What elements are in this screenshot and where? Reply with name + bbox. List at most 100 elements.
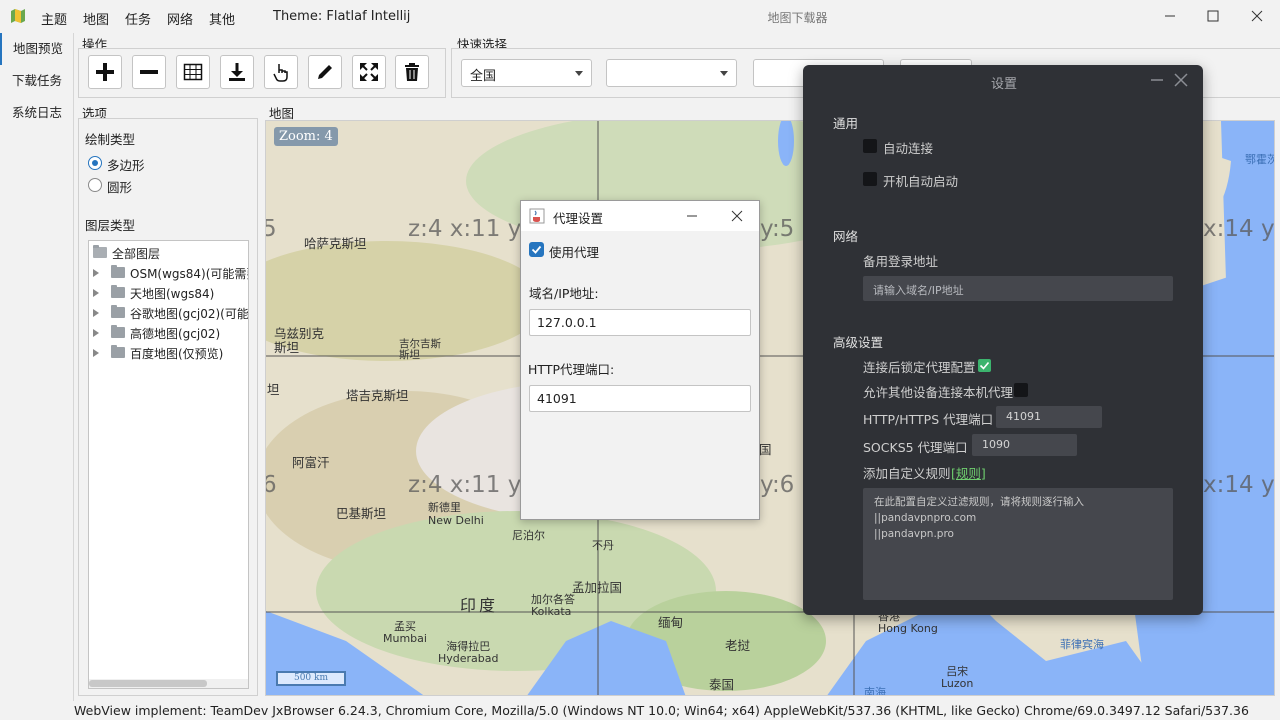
socks-port-input[interactable]: 1090 <box>972 434 1077 456</box>
folder-icon <box>111 305 125 318</box>
tree-item-tianditu[interactable]: 天地图(wgs84) <box>89 283 248 303</box>
allow-others-checkbox[interactable] <box>1014 383 1028 397</box>
title-bar: 主题 地图 任务 网络 其他 Theme: Flatlaf Intellij 地… <box>0 0 1280 33</box>
caret-right-icon <box>93 349 99 357</box>
proxy-dialog: 代理设置 使用代理 域名/IP地址: 127.0.0.1 HTTP代理端口: 4… <box>520 200 760 520</box>
place-label: 塔吉克斯坦 <box>346 388 409 403</box>
tile-label: x:14 y <box>1203 472 1275 498</box>
place-label: 孟买 Mumbai <box>383 620 427 645</box>
auto-connect-checkbox[interactable] <box>863 139 877 153</box>
menu-theme[interactable]: 主题 <box>41 9 67 28</box>
rules-placeholder: 在此配置自定义过滤规则，请将规则逐行输入 <box>874 496 1084 508</box>
place-label: 不丹 <box>592 539 614 552</box>
close-icon <box>1174 73 1188 87</box>
auto-start-checkbox[interactable] <box>863 172 877 186</box>
grid-button[interactable] <box>176 55 210 89</box>
tree-item-osm[interactable]: OSM(wgs84)(可能需要 <box>89 263 249 283</box>
tile-label: y:6 <box>760 472 795 498</box>
nav-map-preview[interactable]: 地图预览 <box>0 33 74 65</box>
http-port-label: HTTP/HTTPS 代理端口 <box>863 412 994 427</box>
use-proxy-checkbox[interactable] <box>529 242 544 257</box>
tree-scrollbar[interactable] <box>89 679 248 688</box>
draw-type-label: 绘制类型 <box>85 132 136 147</box>
port-input[interactable]: 41091 <box>529 385 751 412</box>
pencil-icon <box>318 65 332 79</box>
fullscreen-button[interactable] <box>352 55 386 89</box>
caret-right-icon <box>93 309 99 317</box>
rule-line: ||pandavpnpro.com <box>874 512 977 524</box>
rules-link[interactable]: [规则] <box>951 463 986 482</box>
radio-circle-label: 圆形 <box>107 180 133 195</box>
proxy-minimize-button[interactable] <box>685 209 701 223</box>
tree-item-label: 百度地图(仅预览) <box>130 347 224 361</box>
maximize-icon <box>1207 10 1219 22</box>
minimize-icon <box>1165 15 1175 17</box>
proxy-close-button[interactable] <box>730 209 746 223</box>
caret-right-icon <box>93 269 99 277</box>
place-label: 缅甸 <box>658 615 684 630</box>
layer-tree[interactable]: 全部图层 OSM(wgs84)(可能需要 天地图(wgs84) 谷歌地图(gcj… <box>88 240 249 689</box>
menu-task[interactable]: 任务 <box>125 9 151 28</box>
close-icon <box>731 210 743 222</box>
place-label: 坦 <box>267 382 280 397</box>
city-select[interactable] <box>606 59 737 87</box>
http-port-input[interactable]: 41091 <box>996 406 1102 428</box>
radio-circle[interactable] <box>88 178 102 192</box>
pencil-button[interactable] <box>308 55 342 89</box>
chevron-down-icon <box>720 71 728 76</box>
chevron-down-icon <box>575 71 583 76</box>
add-button[interactable] <box>88 55 122 89</box>
place-label: 阿富汗 <box>292 455 330 470</box>
tree-item-baidu[interactable]: 百度地图(仅预览) <box>89 343 248 363</box>
radio-polygon[interactable] <box>88 156 102 170</box>
plus-icon <box>96 63 114 81</box>
radio-polygon-label: 多边形 <box>107 158 145 173</box>
place-label: 国 <box>759 442 772 457</box>
province-select[interactable]: 全国 <box>461 59 592 87</box>
maximize-button[interactable] <box>1203 6 1223 26</box>
minimize-button[interactable] <box>1160 6 1180 26</box>
minimize-icon <box>687 215 697 217</box>
menu-other[interactable]: 其他 <box>209 9 235 28</box>
close-window-button[interactable] <box>1247 6 1267 26</box>
tree-root[interactable]: 全部图层 <box>89 243 248 263</box>
settings-dialog: 设置 通用 自动连接 开机自动启动 网络 备用登录地址 请输入域名/IP地址 高… <box>803 65 1203 615</box>
zoom-badge: Zoom: 4 <box>274 127 338 146</box>
allow-others-label: 允许其他设备连接本机代理 <box>863 385 1014 400</box>
hand-button[interactable] <box>264 55 298 89</box>
backup-login-input[interactable]: 请输入域名/IP地址 <box>863 276 1173 301</box>
place-label: 印度 <box>460 596 499 615</box>
place-label: 加尔各答 Kolkata <box>531 593 575 618</box>
remove-button[interactable] <box>132 55 166 89</box>
download-button[interactable] <box>220 55 254 89</box>
auto-connect-label: 自动连接 <box>883 141 934 156</box>
place-label: 鄂霍茨克 <box>1245 153 1274 166</box>
folder-open-icon <box>93 245 107 258</box>
tree-item-amap[interactable]: 高德地图(gcj02) <box>89 323 248 343</box>
folder-icon <box>111 285 125 298</box>
scale-bar: 500 km <box>276 671 346 686</box>
nav-system-log[interactable]: 系统日志 <box>0 97 74 129</box>
tile-label: 5 <box>266 216 277 242</box>
custom-rules-textarea[interactable]: 在此配置自定义过滤规则，请将规则逐行输入 ||pandavpnpro.com |… <box>863 488 1173 600</box>
settings-minimize-button[interactable] <box>1150 73 1166 89</box>
delete-button[interactable] <box>395 55 429 89</box>
settings-close-button[interactable] <box>1174 73 1190 89</box>
place-label: 老挝 <box>725 638 751 653</box>
menu-map[interactable]: 地图 <box>83 9 109 28</box>
place-label: 乌兹别克 斯坦 <box>274 326 325 355</box>
minimize-icon <box>1151 79 1163 81</box>
app-logo-icon <box>11 9 25 23</box>
place-label: 尼泊尔 <box>512 529 545 542</box>
grid-icon <box>183 63 203 81</box>
host-input[interactable]: 127.0.0.1 <box>529 309 751 336</box>
menu-network[interactable]: 网络 <box>167 9 193 28</box>
java-cup-icon <box>529 208 545 224</box>
download-icon <box>229 63 245 81</box>
scrollbar-thumb[interactable] <box>89 680 207 687</box>
nav-download-tasks[interactable]: 下载任务 <box>0 65 74 97</box>
place-label: 吕宋 Luzon <box>941 665 974 690</box>
lock-proxy-checkbox[interactable] <box>978 359 991 372</box>
tree-item-label: OSM(wgs84)(可能需要 <box>130 267 249 281</box>
tree-item-google[interactable]: 谷歌地图(gcj02)(可能需 <box>89 303 248 323</box>
